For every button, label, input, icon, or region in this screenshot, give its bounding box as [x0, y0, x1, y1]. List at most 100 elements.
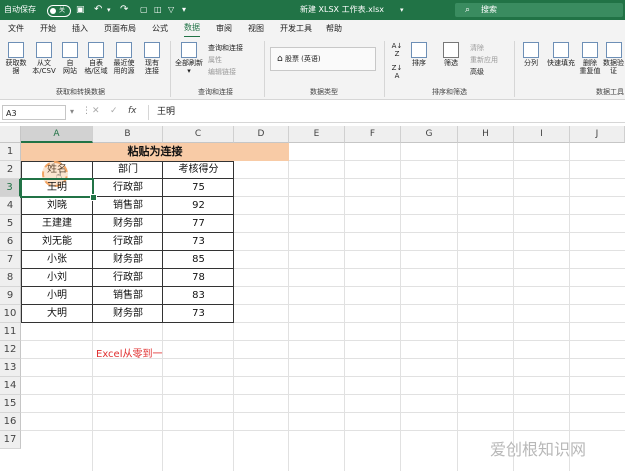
- table-cell[interactable]: 刘无能: [21, 233, 93, 251]
- undo-icon[interactable]: ↶: [94, 0, 102, 20]
- table-cell[interactable]: 行政部: [93, 269, 163, 287]
- column-header-a[interactable]: A: [21, 126, 93, 143]
- flash-fill-button[interactable]: 快速填充: [544, 42, 578, 67]
- tab-developer[interactable]: 开发工具: [280, 20, 312, 37]
- remove-duplicates-button[interactable]: 删除 重复值: [578, 42, 602, 75]
- clear-filter-button[interactable]: 清除: [470, 44, 484, 53]
- properties-button[interactable]: 属性: [208, 56, 222, 65]
- get-data-button[interactable]: 获取数 据: [2, 42, 30, 75]
- qat-icon[interactable]: ◫: [154, 0, 162, 20]
- fill-handle[interactable]: [90, 194, 97, 201]
- column-header-i[interactable]: I: [514, 126, 570, 143]
- tab-review[interactable]: 审阅: [216, 20, 232, 37]
- sort-za-icon[interactable]: Z↓ A: [390, 64, 404, 80]
- column-header-d[interactable]: D: [234, 126, 289, 143]
- tab-page-layout[interactable]: 页面布局: [104, 20, 136, 37]
- row-header-3[interactable]: 3: [0, 179, 21, 197]
- filter-button[interactable]: 筛选: [438, 42, 464, 67]
- stocks-datatype-button[interactable]: ⌂ 股票 (英语): [270, 47, 376, 71]
- edit-links-button[interactable]: 编辑链接: [208, 68, 236, 77]
- table-cell[interactable]: 销售部: [93, 197, 163, 215]
- row-header-8[interactable]: 8: [0, 269, 21, 287]
- text-to-columns-button[interactable]: 分列: [518, 42, 544, 67]
- column-header-f[interactable]: F: [345, 126, 401, 143]
- tab-data[interactable]: 数据: [184, 20, 200, 38]
- table-cell[interactable]: 75: [163, 179, 234, 197]
- header-cell-department[interactable]: 部门: [93, 161, 163, 179]
- row-header-11[interactable]: 11: [0, 323, 21, 341]
- autosave-toggle[interactable]: 关: [47, 5, 71, 17]
- tab-insert[interactable]: 插入: [72, 20, 88, 37]
- table-cell[interactable]: 83: [163, 287, 234, 305]
- table-cell[interactable]: 77: [163, 215, 234, 233]
- row-header-6[interactable]: 6: [0, 233, 21, 251]
- sheet-title-cell[interactable]: 粘贴为连接: [21, 143, 289, 161]
- column-header-e[interactable]: E: [289, 126, 345, 143]
- tab-file[interactable]: 文件: [8, 20, 24, 37]
- row-header-5[interactable]: 5: [0, 215, 21, 233]
- row-header-12[interactable]: 12: [0, 341, 21, 359]
- cancel-icon[interactable]: ✕: [92, 106, 100, 116]
- table-cell[interactable]: 行政部: [93, 179, 163, 197]
- table-cell[interactable]: 85: [163, 251, 234, 269]
- table-cell[interactable]: 王建建: [21, 215, 93, 233]
- tab-view[interactable]: 视图: [248, 20, 264, 37]
- from-table-button[interactable]: 自表 格/区域: [82, 42, 110, 75]
- undo-dropdown-icon[interactable]: ▾: [107, 0, 111, 20]
- data-validation-button[interactable]: 数据验 证: [602, 42, 625, 75]
- column-header-g[interactable]: G: [401, 126, 458, 143]
- row-header-15[interactable]: 15: [0, 395, 21, 413]
- filter-icon[interactable]: ▽: [168, 0, 174, 20]
- row-header-1[interactable]: 1: [0, 143, 21, 161]
- queries-connections-button[interactable]: 查询和连接: [208, 44, 243, 53]
- tab-help[interactable]: 帮助: [326, 20, 342, 37]
- row-header-14[interactable]: 14: [0, 377, 21, 395]
- sort-az-icon[interactable]: A↓ Z: [390, 42, 404, 58]
- worksheet-grid[interactable]: A B C D E F G H I J 1 2 3 4 5 6 7 8 9 10…: [0, 126, 625, 471]
- column-header-b[interactable]: B: [93, 126, 163, 143]
- table-cell[interactable]: 小明: [21, 287, 93, 305]
- row-header-17[interactable]: 17: [0, 431, 21, 449]
- red-note-text[interactable]: Excel从零到一: [96, 345, 163, 360]
- table-cell[interactable]: 财务部: [93, 215, 163, 233]
- refresh-all-button[interactable]: 全部刷新 ▾: [172, 42, 206, 75]
- table-cell[interactable]: 73: [163, 233, 234, 251]
- row-header-9[interactable]: 9: [0, 287, 21, 305]
- from-web-button[interactable]: 自 网站: [58, 42, 82, 75]
- title-dropdown-icon[interactable]: ▾: [400, 0, 404, 20]
- table-cell[interactable]: 销售部: [93, 287, 163, 305]
- insert-function-icon[interactable]: fx: [128, 106, 137, 116]
- redo-icon[interactable]: ↷: [120, 0, 128, 20]
- table-cell[interactable]: 大明: [21, 305, 93, 323]
- qat-icon[interactable]: ▢: [140, 0, 148, 20]
- select-all-corner[interactable]: [0, 126, 21, 143]
- row-header-2[interactable]: 2: [0, 161, 21, 179]
- row-header-4[interactable]: 4: [0, 197, 21, 215]
- table-cell[interactable]: 财务部: [93, 305, 163, 323]
- save-icon[interactable]: ▣: [76, 0, 85, 20]
- from-text-csv-button[interactable]: 从文 本/CSV: [30, 42, 58, 75]
- table-cell[interactable]: 92: [163, 197, 234, 215]
- column-header-h[interactable]: H: [458, 126, 514, 143]
- advanced-filter-button[interactable]: 高级: [470, 68, 484, 77]
- name-box-dropdown-icon[interactable]: ▾: [70, 107, 74, 116]
- name-box[interactable]: A3: [2, 105, 66, 120]
- search-box[interactable]: ⌕ 搜索: [455, 3, 623, 17]
- row-header-13[interactable]: 13: [0, 359, 21, 377]
- table-cell[interactable]: 小张: [21, 251, 93, 269]
- formula-input[interactable]: 王明: [148, 105, 625, 120]
- column-header-c[interactable]: C: [163, 126, 234, 143]
- column-header-j[interactable]: J: [570, 126, 625, 143]
- existing-connections-button[interactable]: 现有 连接: [138, 42, 166, 75]
- tab-home[interactable]: 开始: [40, 20, 56, 37]
- enter-icon[interactable]: ✓: [110, 106, 118, 116]
- table-cell[interactable]: 小刘: [21, 269, 93, 287]
- sort-button[interactable]: 排序: [407, 42, 431, 67]
- tab-formulas[interactable]: 公式: [152, 20, 168, 37]
- table-cell[interactable]: 78: [163, 269, 234, 287]
- header-cell-score[interactable]: 考核得分: [163, 161, 234, 179]
- table-cell[interactable]: 行政部: [93, 233, 163, 251]
- reapply-button[interactable]: 重新应用: [470, 56, 498, 65]
- recent-sources-button[interactable]: 最近使 用的源: [110, 42, 138, 75]
- row-header-10[interactable]: 10: [0, 305, 21, 323]
